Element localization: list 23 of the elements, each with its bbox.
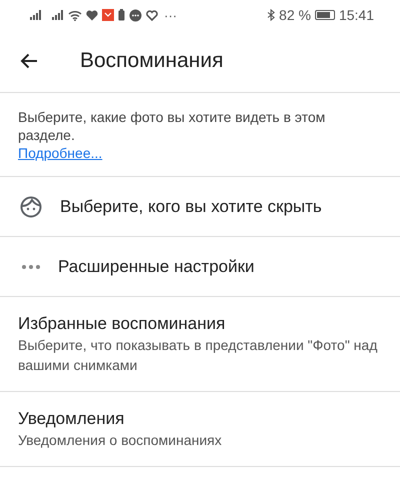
- settings-item[interactable]: Уведомления Уведомления о воспоминаниях: [0, 392, 400, 467]
- learn-more-link[interactable]: Подробнее...: [18, 144, 102, 162]
- face-icon: [20, 196, 42, 218]
- screen-title: Воспоминания: [80, 49, 224, 73]
- battery-percent: 82 %: [279, 7, 311, 23]
- more-icon: [22, 264, 40, 268]
- battery-icon: [314, 10, 335, 20]
- chat-icon: [129, 8, 142, 22]
- settings-item[interactable]: Выберите, кого вы хотите скрыть: [0, 177, 400, 237]
- app-icon: [102, 9, 114, 21]
- back-arrow-icon[interactable]: [20, 53, 38, 69]
- clock: 15:41: [338, 7, 374, 23]
- bluetooth-icon: [267, 9, 276, 21]
- signal-icon: [30, 10, 42, 20]
- more-notifications: ···: [164, 8, 177, 22]
- wifi-icon: [68, 10, 82, 20]
- settings-item[interactable]: Избранные воспоминания Выберите, что показывать в представлении "Фото" над вашими снимками: [0, 297, 400, 392]
- settings-item[interactable]: Расширенные настройки: [0, 237, 400, 297]
- battery-icon: [118, 9, 125, 21]
- signal-icon: [52, 10, 64, 20]
- description-text: Выберите, какие фото вы хотите видеть в этом разделе.: [18, 108, 326, 144]
- heart-icon: [146, 10, 158, 20]
- heart-icon: [86, 10, 98, 20]
